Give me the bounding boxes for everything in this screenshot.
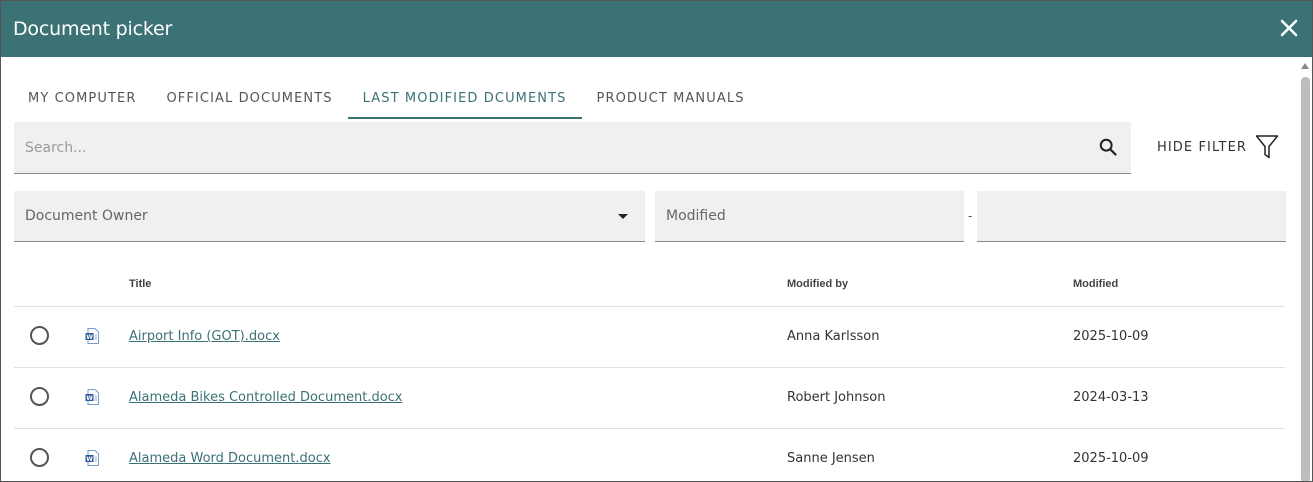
vertical-scrollbar[interactable]	[1299, 57, 1312, 481]
column-header-title[interactable]: Title	[129, 278, 151, 290]
word-doc-icon: W	[85, 389, 99, 405]
modified-from-field[interactable]: Modified	[655, 191, 964, 242]
svg-text:W: W	[86, 395, 93, 402]
scroll-up-arrow-icon[interactable]	[1301, 63, 1309, 69]
modified-by-cell: Robert Johnson	[787, 390, 886, 405]
table-row[interactable]: W Alameda Word Document.docx Sanne Jense…	[14, 429, 1285, 481]
svg-text:W: W	[86, 456, 93, 463]
search-box	[14, 122, 1131, 174]
dialog-title: Document picker	[13, 18, 173, 40]
modified-date-cell: 2025-10-09	[1073, 329, 1149, 344]
filter-funnel-icon	[1255, 135, 1279, 159]
scrollbar-thumb[interactable]	[1301, 77, 1310, 481]
chevron-down-icon	[618, 214, 628, 219]
row-select-radio[interactable]	[30, 448, 49, 467]
document-title-link[interactable]: Alameda Word Document.docx	[129, 451, 331, 466]
documents-table: Title Modified by Modified W Airport Inf…	[14, 263, 1285, 481]
modified-to-field[interactable]	[977, 191, 1286, 242]
modified-date-cell: 2025-10-09	[1073, 451, 1149, 466]
close-icon	[1280, 19, 1298, 37]
table-row[interactable]: W Airport Info (GOT).docx Anna Karlsson …	[14, 307, 1285, 368]
table-row[interactable]: W Alameda Bikes Controlled Document.docx…	[14, 368, 1285, 429]
modified-by-cell: Sanne Jensen	[787, 451, 875, 466]
search-icon[interactable]	[1099, 138, 1117, 156]
document-title-link[interactable]: Airport Info (GOT).docx	[129, 329, 280, 344]
document-title-link[interactable]: Alameda Bikes Controlled Document.docx	[129, 390, 403, 405]
dialog-header: Document picker	[1, 1, 1312, 57]
word-doc-icon: W	[85, 328, 99, 344]
document-owner-label: Document Owner	[25, 208, 148, 224]
modified-by-cell: Anna Karlsson	[787, 329, 880, 344]
tab-my-computer[interactable]: MY COMPUTER	[13, 77, 151, 119]
close-button[interactable]	[1278, 17, 1300, 39]
tab-last-modified-documents[interactable]: LAST MODIFIED DCUMENTS	[347, 77, 582, 119]
document-owner-dropdown[interactable]: Document Owner	[14, 191, 645, 242]
svg-text:W: W	[86, 334, 93, 341]
word-doc-icon: W	[85, 450, 99, 466]
tab-product-manuals[interactable]: PRODUCT MANUALS	[582, 77, 760, 119]
date-range-separator: -	[968, 208, 973, 223]
document-picker-dialog: Document picker MY COMPUTER OFFICIAL DOC…	[0, 0, 1313, 482]
tab-bar: MY COMPUTER OFFICIAL DOCUMENTS LAST MODI…	[13, 77, 760, 119]
row-select-radio[interactable]	[30, 387, 49, 406]
column-header-modified[interactable]: Modified	[1073, 278, 1118, 290]
hide-filter-button[interactable]: HIDE FILTER	[1157, 134, 1279, 160]
modified-from-label: Modified	[666, 208, 726, 224]
search-input[interactable]	[14, 122, 1084, 173]
column-header-modified-by[interactable]: Modified by	[787, 278, 848, 290]
hide-filter-label: HIDE FILTER	[1157, 139, 1248, 155]
tab-official-documents[interactable]: OFFICIAL DOCUMENTS	[151, 77, 347, 119]
row-select-radio[interactable]	[30, 326, 49, 345]
modified-date-cell: 2024-03-13	[1073, 390, 1149, 405]
table-header: Title Modified by Modified	[14, 263, 1285, 307]
